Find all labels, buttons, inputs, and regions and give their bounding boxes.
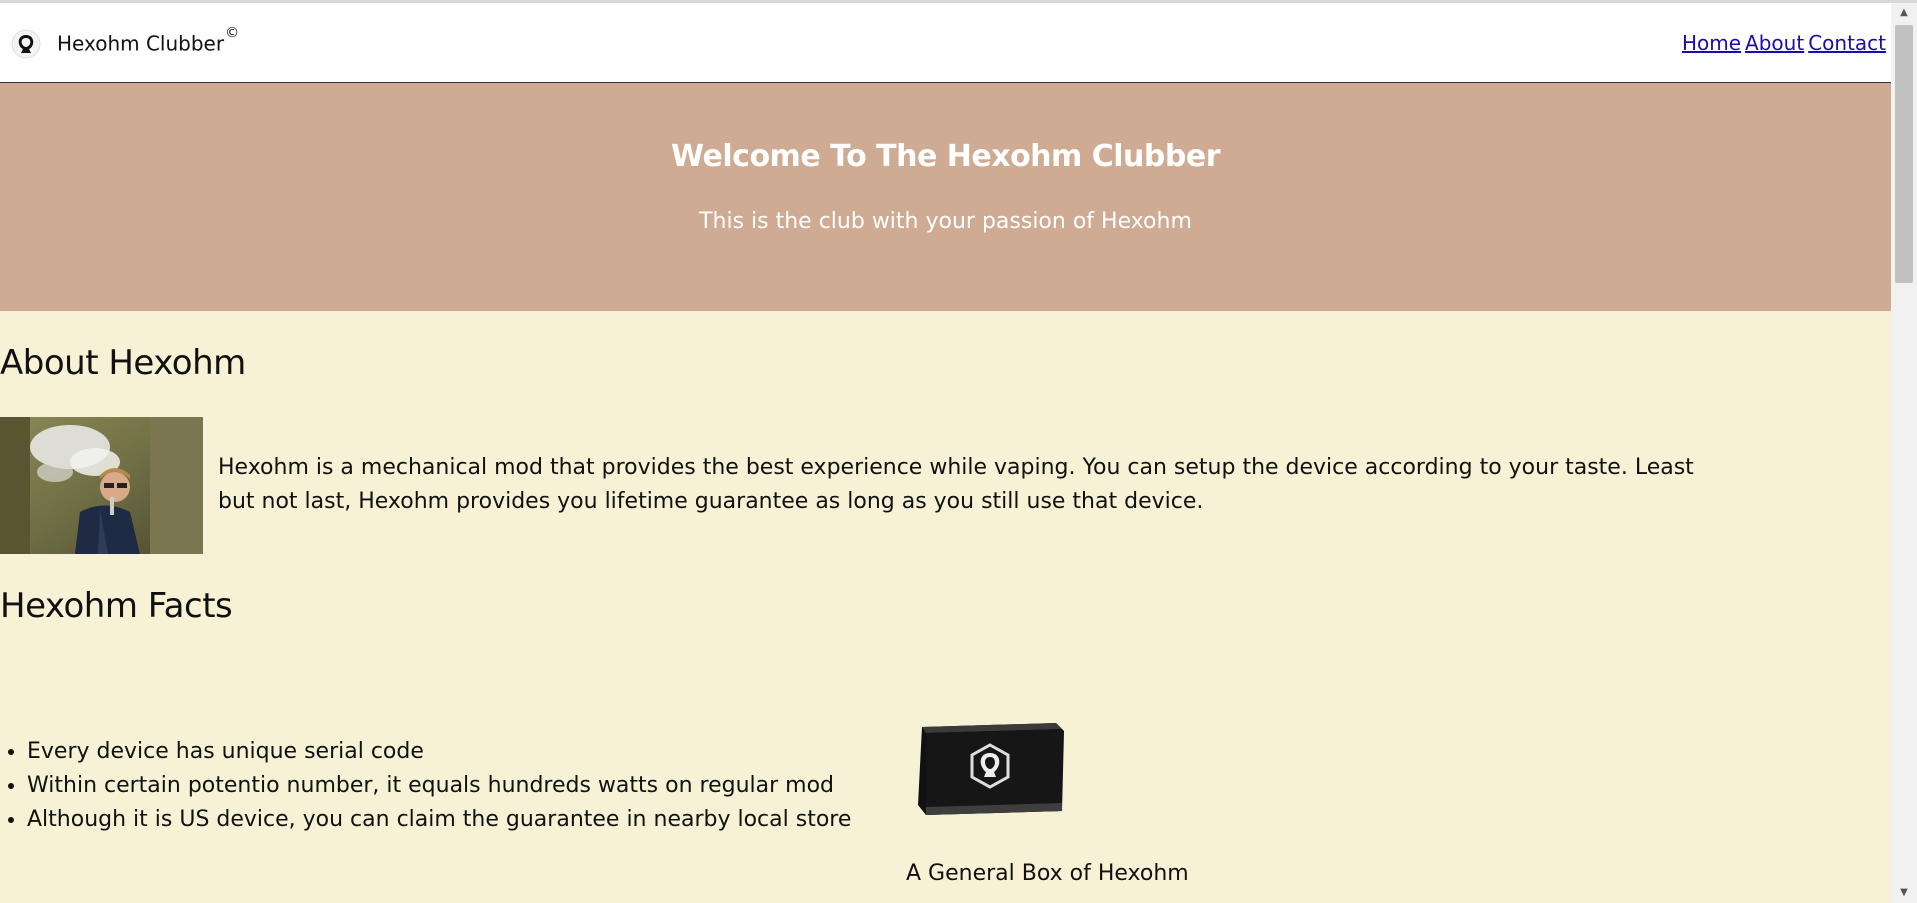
- about-description: Hexohm is a mechanical mod that provides…: [218, 455, 1694, 514]
- copyright-mark: ©: [225, 25, 240, 41]
- main-content: About Hexohm Hexohm is a mechanical mod …: [0, 311, 1891, 903]
- site-header: Hexohm Clubber© Home About Contact: [0, 3, 1891, 83]
- nav-contact-link[interactable]: Contact: [1808, 31, 1886, 55]
- brand-text: Hexohm Clubber: [57, 31, 225, 56]
- hexohm-logo-icon[interactable]: [11, 29, 41, 59]
- about-heading: About Hexohm: [0, 343, 246, 383]
- person-vaping-photo: [0, 417, 203, 554]
- main-nav: Home About Contact: [1678, 31, 1886, 55]
- page-scrollbar[interactable]: ▲ ▼: [1891, 3, 1917, 903]
- nav-about-link[interactable]: About: [1745, 31, 1804, 55]
- hero-title: Welcome To The Hexohm Clubber: [671, 139, 1220, 174]
- nav-home-link[interactable]: Home: [1682, 31, 1741, 55]
- facts-heading: Hexohm Facts: [0, 586, 233, 626]
- list-item: Every device has unique serial code: [27, 735, 851, 769]
- facts-list: Every device has unique serial code With…: [0, 735, 851, 837]
- scroll-down-arrow-icon[interactable]: ▼: [1891, 883, 1917, 903]
- brand-name[interactable]: Hexohm Clubber©: [57, 25, 239, 56]
- scroll-up-arrow-icon[interactable]: ▲: [1891, 3, 1917, 23]
- box-caption: A General Box of Hexohm: [906, 861, 1189, 886]
- list-item: Although it is US device, you can claim …: [27, 803, 851, 837]
- hero-subtitle: This is the club with your passion of He…: [699, 209, 1192, 234]
- hexohm-box-photo: [916, 717, 1066, 817]
- scrollbar-thumb[interactable]: [1895, 25, 1913, 283]
- list-item: Within certain potentio number, it equal…: [27, 769, 851, 803]
- hero-banner: Welcome To The Hexohm Clubber This is th…: [0, 83, 1891, 311]
